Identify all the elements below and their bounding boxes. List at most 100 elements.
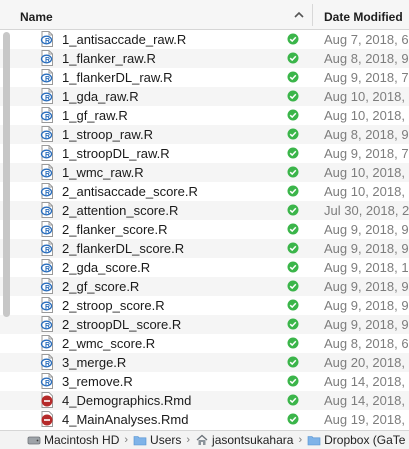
synced-checkmark-icon	[287, 33, 299, 45]
file-name: 1_stroop_raw.R	[62, 127, 154, 142]
breadcrumb-item[interactable]: Dropbox (GaTe	[307, 433, 405, 447]
file-date-modified: Aug 9, 2018, 9:	[324, 279, 409, 294]
svg-text:R: R	[45, 76, 50, 83]
synced-checkmark-icon	[287, 318, 299, 330]
r-file-icon: R	[40, 69, 53, 85]
r-file-icon: R	[40, 354, 53, 370]
synced-checkmark-icon	[287, 356, 299, 368]
column-divider[interactable]	[312, 4, 313, 26]
file-name: 4_Demographics.Rmd	[62, 393, 192, 408]
svg-text:R: R	[45, 57, 50, 64]
file-date-modified: Aug 7, 2018, 6:	[324, 32, 409, 47]
file-name: 2_stroopDL_score.R	[62, 317, 182, 332]
file-row[interactable]: 4_MainAnalyses.Rmd Aug 19, 2018, 1	[0, 410, 409, 429]
hard-drive-icon	[27, 436, 41, 445]
folder-icon	[133, 436, 147, 446]
breadcrumb-label: Dropbox (GaTe	[324, 433, 406, 447]
file-row[interactable]: R 1_gda_raw.R Aug 10, 2018, 1	[0, 87, 409, 106]
synced-checkmark-icon	[287, 242, 299, 254]
file-date-modified: Aug 10, 2018, 1	[324, 108, 409, 123]
synced-checkmark-icon	[287, 413, 299, 425]
svg-text:R: R	[45, 171, 50, 178]
date-modified-column-header[interactable]: Date Modified	[324, 10, 403, 24]
file-row[interactable]: R 2_flanker_score.R Aug 9, 2018, 9:	[0, 220, 409, 239]
r-file-icon: R	[40, 164, 53, 180]
svg-text:R: R	[45, 247, 50, 254]
file-row[interactable]: R 1_flankerDL_raw.R Aug 9, 2018, 7:	[0, 68, 409, 87]
r-file-icon: R	[40, 240, 53, 256]
synced-checkmark-icon	[287, 185, 299, 197]
scrollbar-thumb[interactable]	[3, 32, 10, 317]
svg-text:R: R	[45, 114, 50, 121]
file-date-modified: Aug 8, 2018, 9:	[324, 127, 409, 142]
file-row[interactable]: 4_Demographics.Rmd Aug 14, 2018, 8	[0, 391, 409, 410]
file-date-modified: Aug 9, 2018, 9:	[324, 298, 409, 313]
r-file-icon: R	[40, 126, 53, 142]
home-icon	[196, 434, 208, 445]
file-row[interactable]: R 2_stroop_score.R Aug 9, 2018, 9:	[0, 296, 409, 315]
r-file-icon: R	[40, 373, 53, 389]
file-row[interactable]: R 1_stroop_raw.R Aug 8, 2018, 9:	[0, 125, 409, 144]
file-name: 2_gda_score.R	[62, 260, 151, 275]
synced-checkmark-icon	[287, 128, 299, 140]
r-file-icon: R	[40, 202, 53, 218]
svg-text:R: R	[45, 342, 50, 349]
file-name: 2_stroop_score.R	[62, 298, 165, 313]
file-row[interactable]: R 2_wmc_score.R Aug 8, 2018, 6:	[0, 334, 409, 353]
name-column-header[interactable]: Name	[20, 10, 53, 24]
r-file-icon: R	[40, 259, 53, 275]
file-row[interactable]: R 2_stroopDL_score.R Aug 9, 2018, 9:	[0, 315, 409, 334]
svg-text:R: R	[45, 323, 50, 330]
file-name: 2_gf_score.R	[62, 279, 140, 294]
breadcrumb-separator: ›	[298, 434, 303, 446]
file-date-modified: Aug 20, 2018, 9	[324, 355, 409, 370]
file-date-modified: Aug 19, 2018, 1	[324, 412, 409, 427]
synced-checkmark-icon	[287, 90, 299, 102]
synced-checkmark-icon	[287, 223, 299, 235]
file-row[interactable]: R 3_merge.R Aug 20, 2018, 9	[0, 353, 409, 372]
file-list: R 1_antisaccade_raw.R Aug 7, 2018, 6: R 1_fl…	[0, 30, 409, 430]
file-row[interactable]: R 2_gf_score.R Aug 9, 2018, 9:	[0, 277, 409, 296]
file-row[interactable]: R 1_gf_raw.R Aug 10, 2018, 1	[0, 106, 409, 125]
r-file-icon: R	[40, 221, 53, 237]
folder-icon	[307, 436, 321, 446]
file-row[interactable]: R 1_wmc_raw.R Aug 10, 2018, 1	[0, 163, 409, 182]
file-date-modified: Aug 10, 2018, 1	[324, 184, 409, 199]
svg-text:R: R	[45, 38, 50, 45]
file-row[interactable]: R 1_flanker_raw.R Aug 8, 2018, 9:	[0, 49, 409, 68]
breadcrumb-item[interactable]: jasontsukahara	[195, 433, 293, 447]
r-file-icon: R	[40, 335, 53, 351]
file-date-modified: Aug 9, 2018, 10	[324, 260, 409, 275]
file-row[interactable]: R 2_flankerDL_score.R Aug 9, 2018, 9:	[0, 239, 409, 258]
file-name: 2_antisaccade_score.R	[62, 184, 198, 199]
breadcrumb-separator: ›	[124, 434, 129, 446]
file-row[interactable]: R 3_remove.R Aug 14, 2018, 7	[0, 372, 409, 391]
svg-text:R: R	[45, 228, 50, 235]
file-name: 1_gf_raw.R	[62, 108, 128, 123]
r-file-icon: R	[40, 316, 53, 332]
file-row[interactable]: R 2_attention_score.R Jul 30, 2018, 2:	[0, 201, 409, 220]
file-name: 2_attention_score.R	[62, 203, 179, 218]
file-date-modified: Aug 14, 2018, 8	[324, 393, 409, 408]
file-date-modified: Aug 8, 2018, 6:	[324, 336, 409, 351]
breadcrumb-item[interactable]: Macintosh HD	[27, 433, 119, 447]
svg-text:R: R	[45, 190, 50, 197]
column-header: Name Date Modified	[0, 0, 409, 30]
breadcrumb: Macintosh HD › Users › jasontsukahara › Dropbo…	[27, 433, 405, 447]
svg-text:R: R	[45, 304, 50, 311]
synced-checkmark-icon	[287, 261, 299, 273]
file-row[interactable]: R 2_antisaccade_score.R Aug 10, 2018, 1	[0, 182, 409, 201]
file-name: 1_wmc_raw.R	[62, 165, 144, 180]
file-date-modified: Aug 10, 2018, 1	[324, 165, 409, 180]
sort-ascending-icon[interactable]	[293, 9, 305, 21]
breadcrumb-item[interactable]: Users	[133, 433, 181, 447]
svg-text:R: R	[45, 380, 50, 387]
file-row[interactable]: R 1_antisaccade_raw.R Aug 7, 2018, 6:	[0, 30, 409, 49]
file-date-modified: Aug 14, 2018, 7	[324, 374, 409, 389]
r-file-icon: R	[40, 183, 53, 199]
vertical-scrollbar[interactable]	[0, 30, 12, 430]
r-file-icon: R	[40, 50, 53, 66]
file-row[interactable]: R 2_gda_score.R Aug 9, 2018, 10	[0, 258, 409, 277]
file-row[interactable]: R 1_stroopDL_raw.R Aug 9, 2018, 7:	[0, 144, 409, 163]
file-date-modified: Jul 30, 2018, 2:	[324, 203, 409, 218]
